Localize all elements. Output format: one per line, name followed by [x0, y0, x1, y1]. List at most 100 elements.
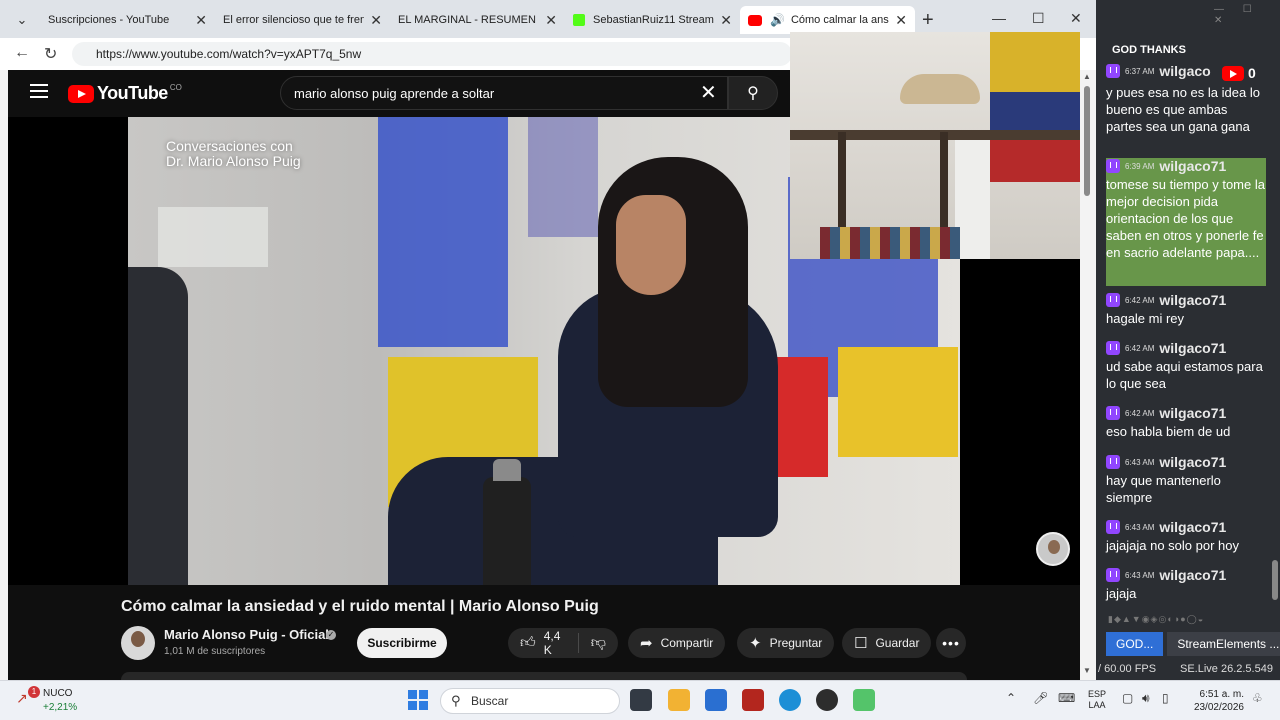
battery-icon[interactable]: ▯ [1162, 691, 1169, 705]
ask-button[interactable]: ✦ Preguntar [737, 628, 835, 658]
close-window-icon[interactable]: ✕ [1070, 10, 1082, 27]
scroll-thumb[interactable] [1084, 86, 1090, 196]
message-text: jajajaja no solo por hoy [1106, 538, 1239, 553]
white-box [955, 140, 990, 259]
stream-chat-panel: — ☐ ✕ GOD THANKS 0 6:37 AM wilgaco y pue… [1096, 0, 1280, 680]
bed-blanket [820, 227, 960, 259]
chat-message: 6:42 AM wilgaco71 hagale mi rey [1106, 292, 1266, 327]
close-tab-icon[interactable]: ✕ [195, 12, 207, 29]
subscribe-button[interactable]: Suscribirme [357, 628, 447, 658]
channel-watermark-avatar[interactable] [1036, 532, 1070, 566]
flag-red-stripe [990, 137, 1080, 182]
speaker-icon[interactable]: 🔊 [770, 13, 785, 27]
chat-scrollbar[interactable] [1272, 560, 1278, 600]
close-tab-icon[interactable]: ✕ [720, 12, 732, 29]
message-time: 6:43 AM [1125, 522, 1155, 532]
obs-icon[interactable] [816, 689, 838, 711]
notification-bell-icon[interactable]: ♧ [1252, 691, 1263, 705]
back-arrow-icon[interactable]: ← [14, 44, 30, 62]
maximize-icon[interactable]: ☐ [1032, 10, 1045, 27]
message-user: wilgaco71 [1159, 405, 1227, 421]
message-text: hay que mantenerlo siempre [1106, 473, 1221, 505]
system-clock[interactable]: 6:51 a. m. 23/02/2026 [1180, 688, 1244, 714]
message-time: 6:42 AM [1125, 295, 1155, 305]
message-time: 6:39 AM [1125, 161, 1155, 171]
youtube-logo[interactable]: YouTube CO [68, 83, 182, 104]
tab-como-calmar-la-ansiedad[interactable]: 🔊 Cómo calmar la ansiedad ✕ [740, 6, 915, 34]
task-view-icon[interactable] [630, 689, 652, 711]
tab-suscripciones[interactable]: Suscripciones - YouTube ✕ [40, 6, 215, 34]
twitch-icon [1106, 64, 1120, 78]
page-scrollbar[interactable]: ▲ ▼ [1080, 70, 1096, 680]
thumbs-up-icon[interactable]: 👍︎ [520, 634, 536, 652]
new-tab-icon[interactable]: + [922, 9, 934, 32]
tab-title: El error silencioso que te fren [223, 14, 365, 26]
youtube-icon [748, 14, 762, 26]
channel-avatar[interactable] [121, 626, 155, 660]
desktop: ⌄ Suscripciones - YouTube ✕ El error sil… [0, 0, 1280, 720]
version-readout: SE.Live 26.2.5.549 [1180, 663, 1273, 675]
store-icon[interactable] [705, 689, 727, 711]
thumbs-down-icon[interactable]: 👎︎ [591, 634, 606, 652]
scroll-down-icon[interactable]: ▼ [1083, 666, 1091, 675]
bookmark-icon: ☐ [854, 635, 868, 652]
tab-actions-menu-icon[interactable]: ⌄ [8, 8, 36, 32]
search-icon: ⚲ [747, 85, 759, 102]
emote-strip[interactable]: ▮◆▲▼◉◈◎◐◑●◯◒ [1108, 614, 1258, 625]
twitch-icon [1106, 520, 1120, 534]
panel-window-controls[interactable]: — ☐ ✕ [1214, 4, 1280, 26]
volume-icon[interactable]: 🔊︎ [1142, 691, 1150, 706]
dock-tab-streamelements[interactable]: StreamElements ... [1167, 632, 1280, 656]
lang-line-1: ESP [1088, 689, 1107, 699]
scroll-up-icon[interactable]: ▲ [1083, 72, 1091, 81]
more-actions-icon[interactable]: ••• [936, 628, 966, 658]
url-field[interactable]: https://www.youtube.com/watch?v=yxAPT7q_… [72, 42, 792, 66]
app-shield-icon[interactable] [742, 689, 764, 711]
close-tab-icon[interactable]: ✕ [545, 12, 557, 29]
channel-name[interactable]: Mario Alonso Puig - Oficial [164, 627, 329, 642]
taskbar-search[interactable]: ⚲ Buscar [440, 688, 620, 714]
chat-app-icon[interactable] [853, 689, 875, 711]
youtube-wordmark: YouTube [97, 83, 168, 103]
message-text: eso habla biem de ud [1106, 424, 1231, 439]
search-input[interactable]: mario alonso puig aprende a soltar [280, 76, 728, 110]
message-user: wilgaco71 [1159, 158, 1227, 174]
tab-sebastianruiz-stream[interactable]: SebastianRuiz11 Stream - Wa ✕ [565, 6, 740, 34]
dock-tab-god[interactable]: GOD... [1106, 632, 1164, 656]
share-button[interactable]: ➦ Compartir [628, 628, 726, 658]
save-button[interactable]: ☐ Guardar [842, 628, 932, 658]
like-count[interactable]: 4,4 K [544, 629, 566, 657]
message-text: y pues esa no es la idea lo bueno es que… [1106, 85, 1260, 134]
language-indicator[interactable]: ESP LAA [1088, 689, 1106, 711]
guest-face [616, 195, 686, 295]
input-icon[interactable]: ⌨ [1058, 691, 1075, 705]
tab-el-marginal[interactable]: EL MARGINAL - RESUMEN DE ✕ [390, 6, 565, 34]
message-user: wilgaco71 [1159, 454, 1227, 470]
chevron-up-icon[interactable]: ⌃ [1006, 691, 1016, 705]
close-tab-icon[interactable]: ✕ [895, 12, 907, 29]
clear-search-icon[interactable]: ✕ [700, 80, 717, 105]
network-icon[interactable]: ▢ [1122, 691, 1133, 705]
fps-readout: / 60.00 FPS [1098, 663, 1157, 675]
chat-message: 6:37 AM wilgaco y pues esa no es la idea… [1106, 63, 1266, 135]
reload-icon[interactable]: ↻ [44, 44, 57, 64]
clock-date: 23/02/2026 [1193, 702, 1244, 713]
search-button[interactable]: ⚲ [728, 76, 778, 110]
ask-label: Preguntar [769, 636, 823, 650]
description-box[interactable] [121, 672, 967, 680]
stock-widget[interactable]: ↗ 1 NUCO +2,21% [16, 686, 96, 716]
notification-badge: 1 [28, 686, 40, 698]
close-tab-icon[interactable]: ✕ [370, 12, 382, 29]
tab-error-silencioso[interactable]: El error silencioso que te fren ✕ [215, 6, 390, 34]
tab-title: EL MARGINAL - RESUMEN DE [398, 14, 540, 26]
lang-line-2: LAA [1088, 700, 1106, 710]
search-icon: ⚲ [451, 693, 461, 708]
minimize-icon[interactable]: — [992, 10, 1006, 26]
caption-line-1: Conversaciones con [166, 138, 293, 154]
hamburger-menu-icon[interactable] [30, 84, 48, 98]
edge-browser-icon[interactable] [779, 689, 801, 711]
bunk-bed-rail [790, 130, 1080, 140]
start-button[interactable] [408, 690, 428, 710]
microphone-icon[interactable]: 🎤︎ [1033, 691, 1048, 705]
file-explorer-icon[interactable] [668, 689, 690, 711]
